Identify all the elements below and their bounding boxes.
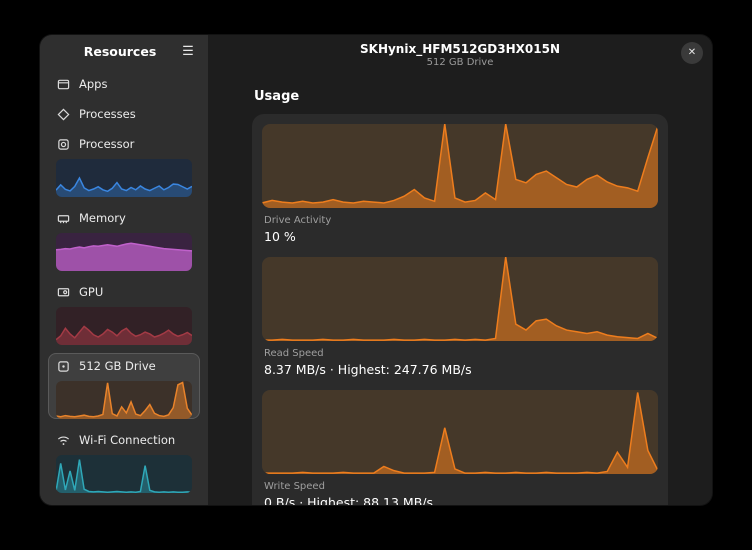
write-speed-chart xyxy=(262,390,658,474)
processor-mini-chart xyxy=(56,159,192,197)
main-header: SKHynix_HFM512GD3HX015N 512 GB Drive ✕ xyxy=(208,35,712,73)
sidebar: Resources ☰ Apps Processes xyxy=(40,35,208,505)
sidebar-item-label: Processor xyxy=(79,137,134,151)
usage-section-title: Usage xyxy=(254,89,666,104)
app-title: Resources xyxy=(48,44,176,59)
panel-value: 8.37 MB/s · Highest: 247.76 MB/s xyxy=(264,362,656,377)
sidebar-group-gpu: GPU xyxy=(48,279,200,345)
sidebar-item-label: Memory xyxy=(79,211,126,225)
memory-icon xyxy=(56,211,70,225)
resources-window: Resources ☰ Apps Processes xyxy=(40,35,712,505)
sidebar-group-wifi: Wi-Fi Connection xyxy=(48,427,200,493)
wifi-icon xyxy=(56,433,70,447)
sidebar-group-memory: Memory xyxy=(48,205,200,271)
sidebar-item-gpu[interactable]: GPU xyxy=(48,279,200,305)
sidebar-item-drive[interactable]: 512 GB Drive xyxy=(48,353,200,379)
sidebar-item-label: 512 GB Drive xyxy=(79,359,156,373)
sidebar-item-wifi[interactable]: Wi-Fi Connection xyxy=(48,427,200,453)
sidebar-item-label: GPU xyxy=(79,285,103,299)
memory-mini-chart xyxy=(56,233,192,271)
main-content: Usage Drive Activity 10 % Read Speed 8.3… xyxy=(208,73,712,505)
sidebar-group-drive: 512 GB Drive xyxy=(48,353,200,419)
panel-drive-activity: Drive Activity 10 % xyxy=(262,124,658,244)
sidebar-nav: Apps Processes Processor xyxy=(40,67,208,505)
processor-icon xyxy=(56,137,70,151)
processes-icon xyxy=(56,107,70,121)
panel-write-speed: Write Speed 0 B/s · Highest: 88.13 MB/s xyxy=(262,390,658,505)
sidebar-header: Resources ☰ xyxy=(40,35,208,67)
drive-mini-chart xyxy=(56,381,192,419)
panel-label: Write Speed xyxy=(264,481,656,492)
screen: Resources ☰ Apps Processes xyxy=(0,0,752,550)
panel-read-speed: Read Speed 8.37 MB/s · Highest: 247.76 M… xyxy=(262,257,658,377)
sidebar-item-label: Wi-Fi Connection xyxy=(79,433,175,447)
wifi-mini-chart xyxy=(56,455,192,493)
panel-label: Read Speed xyxy=(264,348,656,359)
sidebar-item-processor[interactable]: Processor xyxy=(48,131,200,157)
read-speed-chart xyxy=(262,257,658,341)
drive-activity-chart xyxy=(262,124,658,208)
hamburger-menu-icon[interactable]: ☰ xyxy=(176,40,200,62)
panel-label: Drive Activity xyxy=(264,215,656,226)
panel-value: 10 % xyxy=(264,229,656,244)
gpu-icon xyxy=(56,285,70,299)
sidebar-item-apps[interactable]: Apps xyxy=(48,71,200,97)
sidebar-item-label: Apps xyxy=(79,77,107,91)
main-panel: SKHynix_HFM512GD3HX015N 512 GB Drive ✕ U… xyxy=(208,35,712,505)
drive-title: SKHynix_HFM512GD3HX015N xyxy=(208,42,712,56)
close-icon[interactable]: ✕ xyxy=(681,42,703,64)
sidebar-group-processor: Processor xyxy=(48,131,200,197)
drive-subtitle: 512 GB Drive xyxy=(208,57,712,68)
sidebar-item-label: Processes xyxy=(79,107,136,121)
gpu-mini-chart xyxy=(56,307,192,345)
sidebar-item-memory[interactable]: Memory xyxy=(48,205,200,231)
usage-card: Drive Activity 10 % Read Speed 8.37 MB/s… xyxy=(252,114,668,505)
panel-value: 0 B/s · Highest: 88.13 MB/s xyxy=(264,495,656,505)
sidebar-item-processes[interactable]: Processes xyxy=(48,101,200,127)
drive-icon xyxy=(56,359,70,373)
apps-icon xyxy=(56,77,70,91)
